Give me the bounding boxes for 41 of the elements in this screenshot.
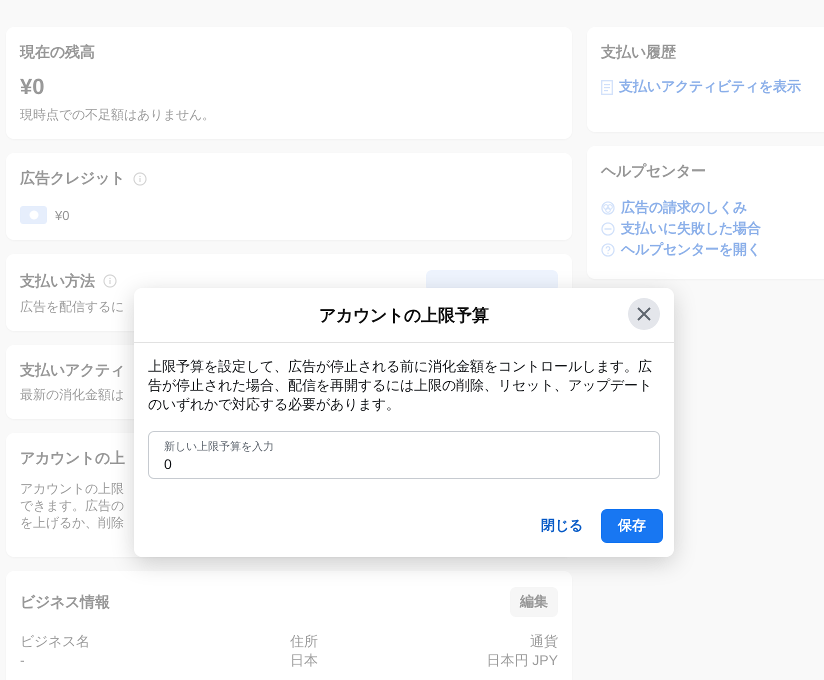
edit-button[interactable]: 編集 <box>510 587 558 617</box>
budget-input-field[interactable]: 新しい上限予算を入力 0 <box>148 431 660 479</box>
card-title: 現在の残高 <box>20 43 95 62</box>
view-activity-link[interactable]: 支払いアクティビティを表示 <box>601 78 801 96</box>
credit-amount: ¥0 <box>55 208 70 222</box>
field-value: 日本 <box>290 652 319 670</box>
close-dialog-button[interactable]: 閉じる <box>537 509 587 543</box>
card-note-line: アカウントの上限 <box>20 480 124 497</box>
field-label: 住所 <box>290 633 319 651</box>
receipt-icon <box>601 80 613 94</box>
help-link[interactable]: 支払いに失敗した場合 <box>601 220 761 238</box>
card-title: 支払いアクティ <box>20 361 125 380</box>
help-icon <box>601 243 615 257</box>
close-button[interactable] <box>628 298 660 330</box>
card-note: 現時点での不足額はありません。 <box>20 106 215 123</box>
card-title: 支払い方法 <box>20 272 95 290</box>
card-title: 支払い履歴 <box>601 43 676 62</box>
save-button[interactable]: 保存 <box>601 509 663 543</box>
card-title: アカウントの上 <box>20 449 125 468</box>
card-note-line: できます。広告の <box>20 497 124 514</box>
field-label: 通貨 <box>529 633 558 651</box>
coupon-icon <box>20 206 47 224</box>
card-note-line: を上げるか、削除 <box>20 514 124 531</box>
card-title: ヘルプセンター <box>601 162 706 181</box>
close-icon <box>637 307 651 321</box>
dialog-title: アカウントの上限予算 <box>319 304 489 326</box>
coins-icon <box>601 201 615 215</box>
info-icon[interactable] <box>103 274 117 288</box>
field-value: 日本円 JPY <box>486 652 558 670</box>
field-label: ビジネス名 <box>20 633 91 651</box>
help-link[interactable]: ヘルプセンターを開く <box>601 241 761 259</box>
balance-amount: ¥0 <box>20 74 44 100</box>
dialog-description: 上限予算を設定して、広告が停止される前に消化金額をコントロールします。広告が停止された場合、配信を再開するには上限の削除、リセット、アップデートのいずれかで対応する必要があります。 <box>148 357 653 414</box>
field-value: - <box>20 652 26 668</box>
minus-circle-icon <box>601 222 615 236</box>
card-title: ビジネス情報 <box>20 592 110 612</box>
card-title: 広告クレジット <box>20 169 125 188</box>
help-link[interactable]: 広告の請求のしくみ <box>601 199 761 217</box>
card-note: 広告を配信するに <box>20 298 124 315</box>
info-icon[interactable] <box>133 172 147 186</box>
card-note: 最新の消化金額は <box>20 386 124 403</box>
